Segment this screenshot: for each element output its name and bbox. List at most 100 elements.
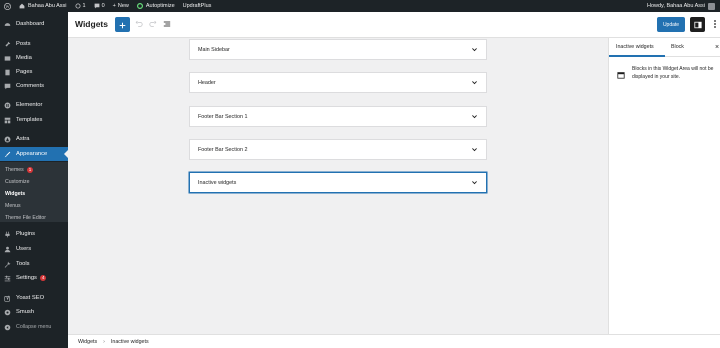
- chevron-down-icon[interactable]: [471, 113, 478, 120]
- sidebar-item-label: Plugins: [16, 231, 36, 237]
- breadcrumb: Widgets › Inactive widgets: [68, 334, 720, 348]
- avatar: [708, 2, 715, 10]
- wordpress-logo-icon[interactable]: W: [0, 0, 15, 12]
- sidebar-item-label: Pages: [16, 69, 33, 75]
- widget-area-header[interactable]: Header: [189, 72, 487, 93]
- widget-area-main-sidebar[interactable]: Main Sidebar: [189, 39, 487, 60]
- comments-link[interactable]: 0: [90, 0, 109, 12]
- widget-area-title: Footer Bar Section 1: [198, 113, 248, 120]
- settings-icon: [4, 275, 11, 282]
- update-button[interactable]: Update: [657, 17, 685, 32]
- widget-area-title: Footer Bar Section 2: [198, 146, 248, 153]
- comments-count: 0: [101, 3, 105, 9]
- site-name: Bahaa Abu Assi: [28, 3, 67, 9]
- sidebar-item-dashboard[interactable]: Dashboard: [0, 17, 68, 31]
- add-block-button[interactable]: [115, 17, 130, 32]
- sidebar-item-elementor[interactable]: Elementor: [0, 98, 68, 112]
- sidebar-item-label: Comments: [16, 83, 45, 89]
- dashboard-icon: [4, 21, 11, 28]
- admin-sidebar: Dashboard Posts Media Pages Comments Ele…: [0, 12, 68, 348]
- close-icon[interactable]: ×: [715, 44, 719, 51]
- comment-icon: [4, 83, 11, 90]
- sidebar-item-media[interactable]: Media: [0, 51, 68, 65]
- submenu-item-label: Theme File Editor: [5, 215, 46, 221]
- sidebar-item-pages[interactable]: Pages: [0, 65, 68, 79]
- sidebar-item-yoast-seo[interactable]: Yoast SEO: [0, 291, 68, 305]
- widget-area-inactive-widgets[interactable]: Inactive widgets: [189, 172, 487, 193]
- undo-button[interactable]: [134, 19, 144, 29]
- widget-area-title: Header: [198, 79, 216, 86]
- sidebar-item-label: Elementor: [16, 102, 43, 108]
- settings-sidebar-toggle[interactable]: [690, 17, 705, 32]
- my-account-link[interactable]: Howdy, Bahaa Abu Assi: [647, 0, 715, 12]
- sidebar-item-posts[interactable]: Posts: [0, 37, 68, 51]
- update-label: Update: [662, 21, 680, 28]
- inspector-tabs: Inactive widgets Block ×: [609, 38, 720, 57]
- widget-area-footer-bar-section-2[interactable]: Footer Bar Section 2: [189, 139, 487, 160]
- sidebar-item-tools[interactable]: Tools: [0, 257, 68, 271]
- site-name-link[interactable]: Bahaa Abu Assi: [15, 0, 71, 12]
- chevron-down-icon[interactable]: [471, 46, 478, 53]
- submenu-item-label: Menus: [5, 203, 21, 209]
- autoptimize-link[interactable]: Autoptimize: [133, 0, 179, 12]
- sidebar-item-label: Tools: [16, 261, 30, 267]
- submenu-item-menus[interactable]: Menus: [5, 203, 21, 209]
- updraftplus-link[interactable]: UpdraftPlus: [179, 0, 216, 12]
- tab-inactive-widgets[interactable]: Inactive widgets: [616, 44, 654, 50]
- refresh-icon: [75, 3, 81, 9]
- list-view-button[interactable]: [162, 19, 172, 29]
- sidebar-item-label: Collapse menu: [16, 324, 52, 330]
- pages-icon: [4, 69, 11, 76]
- editor-header: Widgets Update: [68, 12, 720, 38]
- redo-button[interactable]: [148, 19, 158, 29]
- sidebar-item-comments[interactable]: Comments: [0, 79, 68, 93]
- submenu-item-label: Widgets: [5, 191, 26, 197]
- submenu-item-customize[interactable]: Customize: [5, 179, 30, 185]
- options-button[interactable]: [710, 17, 720, 32]
- media-icon: [4, 55, 11, 62]
- submenu-item-widgets[interactable]: Widgets: [5, 191, 25, 197]
- chevron-down-icon[interactable]: [471, 79, 478, 86]
- howdy-text: Howdy, Bahaa Abu Assi: [647, 3, 705, 9]
- updates-link[interactable]: 1: [71, 0, 90, 12]
- sidebar-item-label: Astra: [16, 136, 30, 142]
- chevron-down-icon[interactable]: [471, 146, 478, 153]
- sidebar-item-users[interactable]: Users: [0, 242, 68, 256]
- brush-icon: [4, 151, 11, 158]
- calendar-icon: [617, 66, 625, 79]
- themes-update-badge: 1: [26, 167, 34, 173]
- sidebar-item-templates[interactable]: Templates: [0, 113, 68, 127]
- breadcrumb-root[interactable]: Widgets: [78, 339, 97, 345]
- collapse-icon: [4, 324, 11, 331]
- sidebar-toggle-icon: [693, 16, 702, 34]
- sidebar-item-plugins[interactable]: Plugins: [0, 227, 68, 241]
- astra-icon: [4, 136, 11, 143]
- sidebar-item-label: Smush: [16, 309, 35, 315]
- sidebar-item-appearance[interactable]: Appearance: [0, 147, 68, 161]
- chevron-down-icon[interactable]: [471, 179, 478, 186]
- new-content-link[interactable]: + New: [109, 0, 133, 12]
- submenu-item-theme-file-editor[interactable]: Theme File Editor: [5, 215, 46, 221]
- sidebar-item-smush[interactable]: Smush: [0, 305, 68, 319]
- autoptimize-status-icon: [136, 3, 143, 9]
- sidebar-item-astra[interactable]: Astra: [0, 132, 68, 146]
- tab-block[interactable]: Block: [671, 44, 684, 50]
- plugin-icon: [4, 231, 11, 238]
- templates-icon: [4, 117, 11, 124]
- redo-icon: [149, 15, 157, 33]
- yoast-icon: [4, 295, 11, 302]
- comment-bubble-icon: [94, 3, 100, 9]
- sidebar-item-label: Settings: [16, 275, 37, 281]
- breadcrumb-current[interactable]: Inactive widgets: [111, 339, 149, 345]
- smush-icon: [4, 309, 11, 316]
- collapse-menu-button[interactable]: Collapse menu: [0, 320, 68, 334]
- sidebar-item-label: Appearance: [16, 151, 48, 157]
- breadcrumb-separator-icon: ›: [103, 338, 105, 345]
- new-label: New: [117, 3, 129, 9]
- sidebar-item-label: Templates: [16, 117, 43, 123]
- submenu-item-themes[interactable]: Themes 1: [5, 167, 34, 173]
- elementor-icon: [4, 102, 11, 109]
- sidebar-item-label: Yoast SEO: [16, 295, 45, 301]
- widget-area-footer-bar-section-1[interactable]: Footer Bar Section 1: [189, 106, 487, 127]
- sidebar-item-settings[interactable]: Settings 4: [0, 271, 68, 285]
